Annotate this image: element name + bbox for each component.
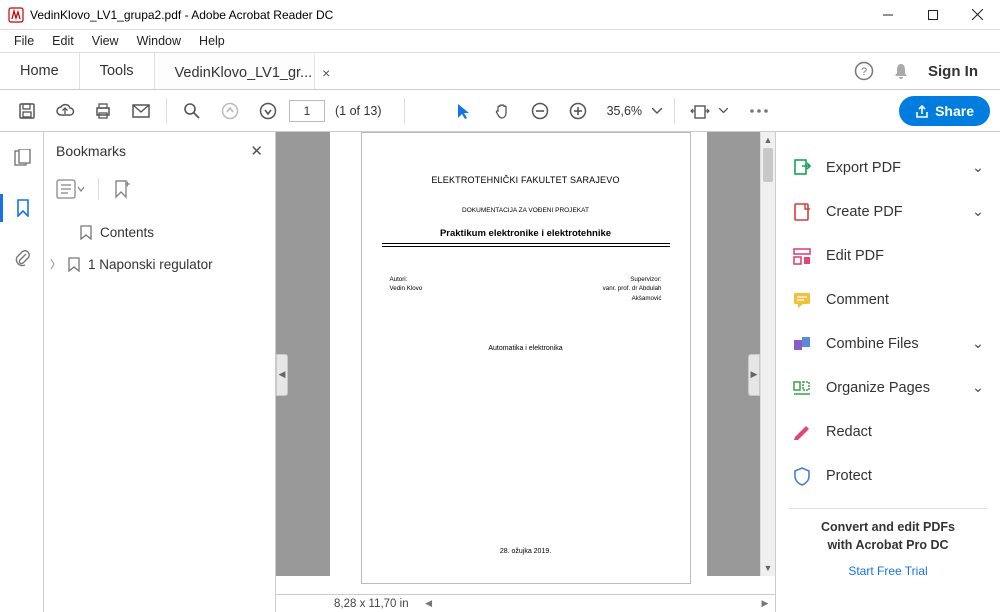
bookmark-options-icon[interactable]: [56, 179, 84, 199]
tab-tools[interactable]: Tools: [80, 53, 155, 89]
fit-width-icon[interactable]: [683, 94, 717, 128]
app-icon: [8, 7, 24, 23]
document-viewer: ◀ ▶ ELEKTROTEHNIČKI FAKULTET SARAJEVO DO…: [276, 132, 776, 612]
toolbar: 1 (1 of 13) 35,6% Share: [0, 90, 1000, 132]
bookmark-glyph-icon: [68, 257, 80, 272]
zoom-level[interactable]: 35,6%: [607, 104, 642, 118]
thumbnails-icon[interactable]: [0, 144, 44, 172]
page-count: (1 of 13): [335, 104, 382, 118]
page-dimensions: 8,28 x 11,70 in: [334, 598, 409, 610]
next-page-icon[interactable]: [251, 94, 285, 128]
edit-pdf-button[interactable]: Edit PDF: [776, 234, 1000, 278]
share-icon: [915, 104, 929, 118]
bookmarks-icon[interactable]: [0, 194, 44, 222]
vertical-scrollbar[interactable]: ▲ ▼: [760, 132, 775, 576]
more-tools-icon[interactable]: [742, 94, 776, 128]
export-pdf-button[interactable]: Export PDF⌄: [776, 146, 1000, 190]
menu-view[interactable]: View: [84, 32, 127, 50]
menubar: File Edit View Window Help: [0, 30, 1000, 52]
hscroll-right-icon[interactable]: ▶: [757, 598, 773, 609]
combine-files-button[interactable]: Combine Files⌄: [776, 322, 1000, 366]
tools-panel: Export PDF⌄ Create PDF⌄ Edit PDF Comment…: [776, 132, 1000, 612]
tabbar: Home Tools VedinKlovo_LV1_gr... × ? Sign…: [0, 52, 1000, 90]
bookmarks-panel: Bookmarks ✕ Contents 〉 1 Naponski regula…: [44, 132, 276, 612]
menu-window[interactable]: Window: [129, 32, 189, 50]
pdf-page[interactable]: ELEKTROTEHNIČKI FAKULTET SARAJEVO DOKUME…: [361, 132, 691, 584]
hand-tool-icon[interactable]: [485, 94, 519, 128]
new-bookmark-icon[interactable]: [113, 179, 131, 199]
find-icon[interactable]: [175, 94, 209, 128]
cloud-icon[interactable]: [48, 94, 82, 128]
titlebar: VedinKlovo_LV1_grupa2.pdf - Adobe Acroba…: [0, 0, 1000, 30]
zoom-out-icon[interactable]: [523, 94, 557, 128]
collapse-left-handle[interactable]: ◀: [276, 354, 288, 396]
sign-in-button[interactable]: Sign In: [928, 63, 978, 80]
status-bar: 8,28 x 11,70 in ◀ ▶: [276, 594, 775, 612]
chevron-down-icon: ⌄: [972, 204, 984, 220]
comment-button[interactable]: Comment: [776, 278, 1000, 322]
arrow-tool-icon[interactable]: [447, 94, 481, 128]
bookmarks-close-icon[interactable]: ✕: [250, 142, 263, 160]
create-pdf-button[interactable]: Create PDF⌄: [776, 190, 1000, 234]
bell-icon[interactable]: [892, 62, 910, 80]
mail-icon[interactable]: [124, 94, 158, 128]
scroll-down-icon[interactable]: ▼: [761, 560, 775, 576]
scroll-thumb[interactable]: [763, 148, 773, 182]
attachments-icon[interactable]: [0, 244, 44, 272]
chevron-down-icon: ⌄: [972, 380, 984, 396]
prev-page-icon[interactable]: [213, 94, 247, 128]
bookmark-item[interactable]: 〉 1 Naponski regulator: [50, 248, 265, 280]
promo-text: Convert and edit PDFswith Acrobat Pro DC: [776, 519, 1000, 554]
start-trial-link[interactable]: Start Free Trial: [776, 564, 1000, 578]
minimize-button[interactable]: [865, 0, 910, 30]
svg-text:?: ?: [861, 66, 867, 78]
fit-dropdown-icon[interactable]: [719, 108, 728, 113]
bookmark-item[interactable]: Contents: [62, 216, 265, 248]
zoom-dropdown-icon[interactable]: [648, 94, 666, 128]
zoom-in-icon[interactable]: [561, 94, 595, 128]
hscroll-left-icon[interactable]: ◀: [421, 598, 437, 609]
bookmark-glyph-icon: [80, 225, 92, 240]
menu-help[interactable]: Help: [191, 32, 233, 50]
redact-button[interactable]: Redact: [776, 410, 1000, 454]
expand-icon[interactable]: 〉: [50, 256, 60, 272]
share-button[interactable]: Share: [899, 96, 990, 126]
tab-document[interactable]: VedinKlovo_LV1_gr... ×: [155, 53, 315, 89]
protect-button[interactable]: Protect: [776, 454, 1000, 498]
page-number-input[interactable]: 1: [289, 100, 325, 122]
left-rail: [0, 132, 44, 612]
organize-pages-button[interactable]: Organize Pages⌄: [776, 366, 1000, 410]
print-icon[interactable]: [86, 94, 120, 128]
chevron-down-icon: ⌄: [972, 160, 984, 176]
menu-file[interactable]: File: [6, 32, 42, 50]
maximize-button[interactable]: [910, 0, 955, 30]
tab-home[interactable]: Home: [0, 53, 80, 89]
menu-edit[interactable]: Edit: [44, 32, 82, 50]
help-icon[interactable]: ?: [854, 61, 874, 81]
close-button[interactable]: [955, 0, 1000, 30]
chevron-down-icon: ⌄: [972, 336, 984, 352]
window-title: VedinKlovo_LV1_grupa2.pdf - Adobe Acroba…: [30, 8, 333, 22]
scroll-up-icon[interactable]: ▲: [761, 132, 775, 148]
tab-close-icon[interactable]: ×: [322, 65, 330, 81]
bookmarks-title: Bookmarks: [56, 143, 126, 159]
save-icon[interactable]: [10, 94, 44, 128]
collapse-right-handle[interactable]: ▶: [748, 354, 760, 396]
